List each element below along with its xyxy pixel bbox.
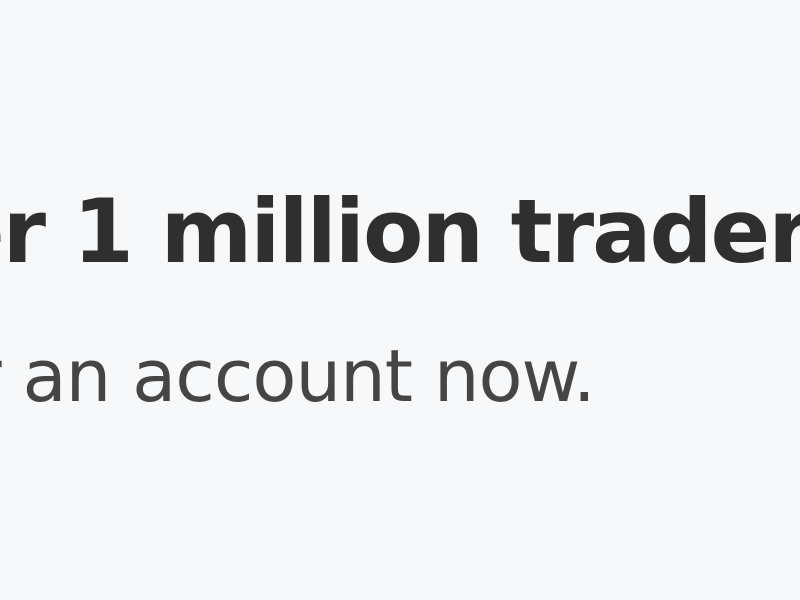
hero-subheading: r an account now.: [0, 334, 596, 418]
hero-heading: er 1 million trader: [0, 180, 800, 283]
page-viewport: er 1 million trader r an account now.: [0, 0, 800, 600]
